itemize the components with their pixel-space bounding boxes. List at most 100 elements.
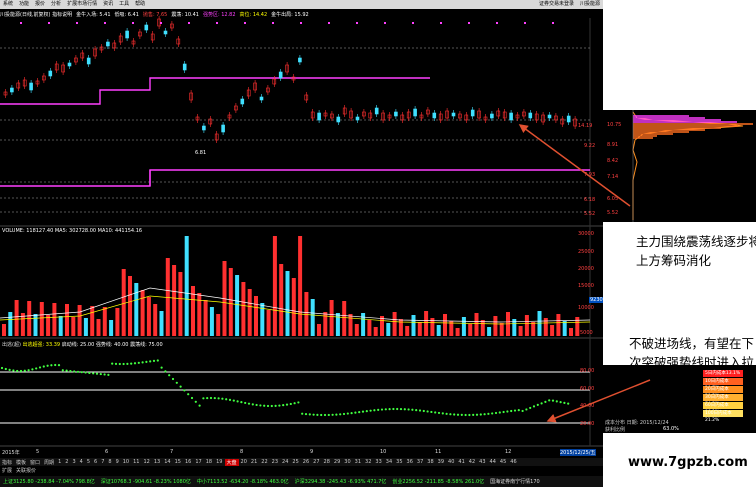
period-tab-20[interactable]: 17	[193, 459, 203, 465]
period-tab-47[interactable]: 43	[477, 459, 487, 465]
period-tab-35[interactable]: 31	[353, 459, 363, 465]
period-tab-32[interactable]: 28	[322, 459, 332, 465]
ticker-item-3[interactable]: 沪深3294.38 -245.43 -6.93% 471.7亿	[292, 478, 390, 485]
period-tab-12[interactable]: 9	[114, 459, 121, 465]
volume-bar	[77, 305, 82, 336]
site-watermark: www.7gpzb.com	[628, 455, 748, 470]
period-tab-14[interactable]: 11	[131, 459, 141, 465]
period-tab-15[interactable]: 12	[142, 459, 152, 465]
period-tab-27[interactable]: 23	[270, 459, 280, 465]
period-tab-41[interactable]: 37	[415, 459, 425, 465]
indicator-dot	[99, 372, 102, 376]
period-tab-48[interactable]: 44	[488, 459, 498, 465]
period-tab-8[interactable]: 5	[85, 459, 92, 465]
period-tab-2[interactable]: 窗口	[28, 459, 42, 466]
candle-body	[144, 24, 149, 31]
period-tab-23[interactable]: 大盘	[224, 458, 239, 466]
period-tab-0[interactable]: 指标	[0, 459, 14, 466]
period-tab-38[interactable]: 34	[384, 459, 394, 465]
period-tab-28[interactable]: 24	[280, 459, 290, 465]
indicator-dot	[396, 407, 399, 411]
strong-zone-line	[0, 77, 430, 105]
period-tab-16[interactable]: 13	[152, 459, 162, 465]
volume-bar	[14, 300, 19, 336]
period-tab-29[interactable]: 25	[290, 459, 300, 465]
volume-bar	[373, 327, 378, 336]
period-tab-43[interactable]: 39	[436, 459, 446, 465]
period-tab-21[interactable]: 18	[204, 459, 214, 465]
period-tab-7[interactable]: 4	[78, 459, 85, 465]
period-tab-4[interactable]: 1	[56, 459, 63, 465]
volume-bar	[46, 315, 51, 336]
candle-body	[394, 111, 398, 117]
period-tab-17[interactable]: 14	[162, 459, 172, 465]
period-tab-25[interactable]: 21	[249, 459, 259, 465]
indicator-dot	[339, 413, 342, 416]
indicator-dot	[567, 402, 570, 405]
period-tab-19[interactable]: 16	[183, 459, 193, 465]
period-tab-22[interactable]: 19	[214, 459, 224, 465]
indicator-dot	[111, 362, 114, 365]
period-tab-50[interactable]: 46	[508, 459, 518, 465]
period-tab-1[interactable]: 模板	[14, 459, 28, 466]
indicator-dot	[456, 413, 460, 416]
period-tab-9[interactable]: 6	[92, 459, 99, 465]
subtab-extended[interactable]: 扩展	[0, 467, 14, 474]
indicator-dot	[114, 362, 118, 365]
subtab-related-quote[interactable]: 关联报价	[14, 467, 38, 474]
indicator-dot	[320, 413, 323, 417]
annotation-entry-line3: 升	[629, 374, 642, 389]
signal-marker	[356, 22, 358, 24]
period-tab-6[interactable]: 3	[70, 459, 77, 465]
period-tab-30[interactable]: 26	[301, 459, 311, 465]
indicator-dot	[137, 361, 140, 364]
ticker-item-2[interactable]: 中小7113.52 -634.20 -8.18% 463.0亿	[194, 478, 292, 485]
indicator-dot	[164, 370, 167, 373]
period-tab-36[interactable]: 32	[363, 459, 373, 465]
indicator-v2: 启动线: 25.00	[61, 342, 95, 348]
volume-bar	[367, 320, 372, 336]
indicator-dot	[388, 408, 391, 411]
indicator-tick-0: 80.00	[580, 368, 595, 374]
period-tab-44[interactable]: 40	[446, 459, 456, 465]
period-tab-18[interactable]: 15	[173, 459, 183, 465]
ticker-item-5[interactable]: 国海证券南宁行情170	[487, 478, 543, 485]
period-tab-39[interactable]: 35	[394, 459, 404, 465]
period-tab-11[interactable]: 8	[106, 459, 113, 465]
period-tab-37[interactable]: 33	[373, 459, 383, 465]
period-tab-10[interactable]: 7	[99, 459, 106, 465]
indicator-dot	[479, 413, 482, 416]
indicator-dot	[240, 401, 243, 404]
volume-bar	[556, 314, 561, 336]
volume-bar	[33, 314, 38, 336]
ticker-item-1[interactable]: 深证10768.3 -904.61 -8.23% 1080亿	[98, 478, 194, 485]
period-tab-5[interactable]: 2	[63, 459, 70, 465]
period-tab-33[interactable]: 29	[332, 459, 342, 465]
signal-marker	[412, 22, 414, 24]
indicator-dot	[468, 413, 471, 417]
ticker-item-0[interactable]: 上证3125.80 -238.84 -7.04% 798.8亿	[0, 478, 98, 485]
candle-body	[298, 57, 302, 63]
indicator-dot	[118, 362, 121, 366]
period-tab-46[interactable]: 42	[467, 459, 477, 465]
volume-tick-0: 30000	[578, 231, 594, 237]
period-tab-31[interactable]: 27	[311, 459, 321, 465]
indicator-dot	[441, 412, 444, 415]
period-tab-49[interactable]: 45	[498, 459, 508, 465]
period-tab-26[interactable]: 22	[259, 459, 269, 465]
indicator-dot	[122, 362, 125, 366]
period-tab-13[interactable]: 10	[121, 459, 131, 465]
volume-bar	[455, 328, 460, 336]
indicator-name: 出逃(超)	[2, 342, 21, 348]
indicator-dot	[525, 408, 528, 411]
period-tab-45[interactable]: 41	[456, 459, 466, 465]
period-tab-42[interactable]: 38	[425, 459, 435, 465]
period-tab-40[interactable]: 36	[405, 459, 415, 465]
volume-bar	[443, 314, 447, 336]
period-tab-34[interactable]: 30	[342, 459, 352, 465]
volume-bar	[279, 264, 284, 336]
ticker-item-4[interactable]: 创业2256.52 -211.85 -8.58% 261.0亿	[389, 478, 487, 485]
period-tab-3[interactable]: 周期	[42, 459, 56, 466]
indicator-dot	[323, 413, 327, 417]
period-tab-24[interactable]: 20	[239, 459, 249, 465]
